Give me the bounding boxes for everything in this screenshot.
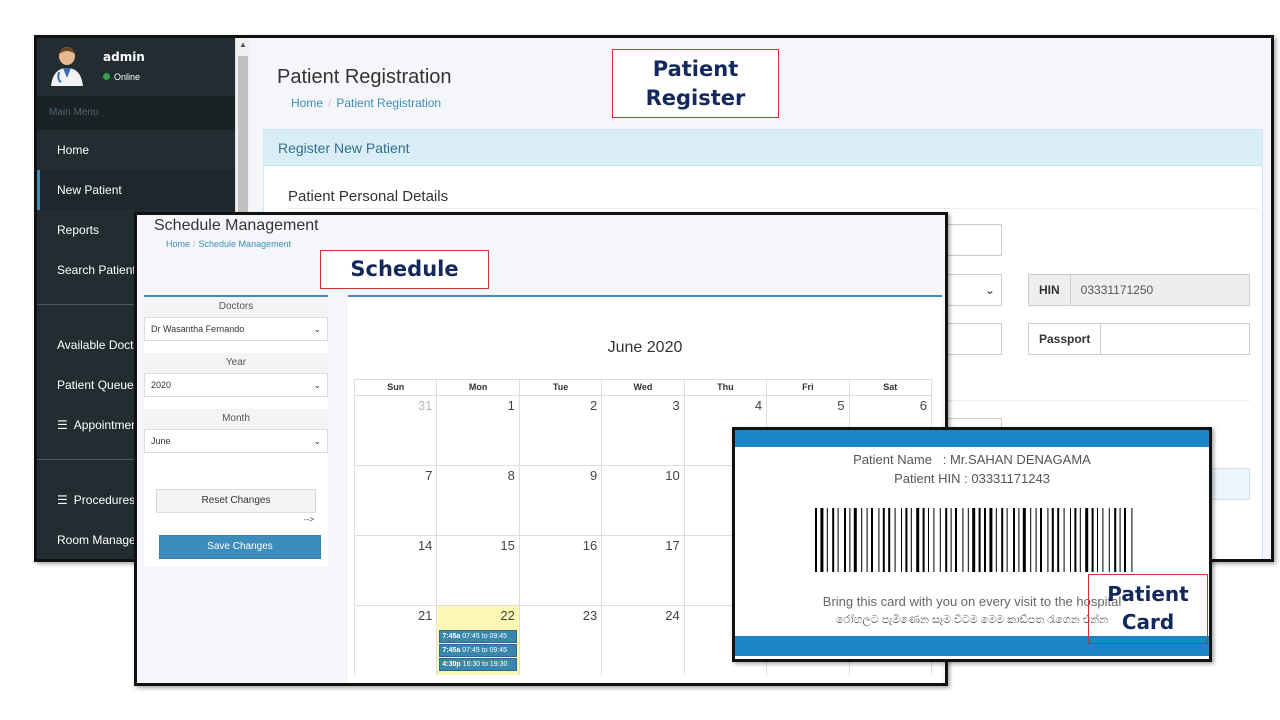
doctors-label: Doctors xyxy=(144,297,328,317)
breadcrumb-home[interactable]: Home xyxy=(291,96,323,110)
list-icon: ☰ xyxy=(57,493,68,507)
sidebar-item-new-patient[interactable]: New Patient xyxy=(37,170,235,210)
section-title: Patient Personal Details xyxy=(288,188,449,205)
card-patient-hin: Patient HIN : 03331171243 xyxy=(894,471,1050,486)
page-title: Patient Registration xyxy=(277,66,452,88)
calendar-day[interactable]: 23 xyxy=(520,606,603,675)
text-field[interactable] xyxy=(946,323,1002,355)
calendar-day[interactable]: 7 xyxy=(355,466,438,535)
calendar-day[interactable]: 16 xyxy=(520,536,603,605)
calendar-event[interactable]: 7:45a 07:45 to 09:45 xyxy=(439,630,518,643)
calendar-day[interactable]: 10 xyxy=(602,466,685,535)
weekday-label: Wed xyxy=(602,380,685,395)
card-patient-name: Patient Name : Mr.SAHAN DENAGAMA xyxy=(853,452,1091,467)
divider xyxy=(288,208,1258,209)
calendar-day[interactable]: 15 xyxy=(437,536,520,605)
calendar-day[interactable]: 17 xyxy=(602,536,685,605)
user-status: Online xyxy=(103,72,140,82)
hin-group: HIN 03331171250 xyxy=(1028,274,1250,306)
calendar-day[interactable]: 14 xyxy=(355,536,438,605)
text-field[interactable] xyxy=(946,224,1002,256)
hin-label: HIN xyxy=(1028,274,1071,306)
schedule-breadcrumb: Home / Schedule Management xyxy=(166,239,292,249)
chevron-down-icon: ⌄ xyxy=(313,436,321,446)
avatar xyxy=(51,47,83,86)
calendar-title: June 2020 xyxy=(607,339,683,356)
box-header: Register New Patient xyxy=(264,130,1262,166)
callout-patient-register: Patient Register xyxy=(612,49,779,118)
filter-panel: Doctors Dr Wasantha Fernando ⌄ Year 2020 ⌄… xyxy=(144,295,328,567)
select-field[interactable]: ⌄ xyxy=(946,274,1002,306)
passport-group: Passport xyxy=(1028,323,1250,355)
chevron-down-icon: ⌄ xyxy=(313,324,321,334)
calendar-day-today[interactable]: 22 7:45a 07:45 to 09:45 7:45a 07:45 to 0… xyxy=(437,606,520,675)
weekday-label: Mon xyxy=(437,380,520,395)
month-label: Month xyxy=(144,409,328,429)
sidebar-item-home[interactable]: Home xyxy=(37,130,235,170)
list-icon: ☰ xyxy=(57,418,68,432)
calendar-day[interactable]: 9 xyxy=(520,466,603,535)
calendar-day[interactable]: 1 xyxy=(437,396,520,465)
breadcrumb: Home / Patient Registration xyxy=(291,96,442,110)
divider xyxy=(946,400,1250,401)
arrow-text: --> xyxy=(304,515,314,524)
scroll-up-icon[interactable]: ▲ xyxy=(239,40,247,49)
year-label: Year xyxy=(144,353,328,373)
weekday-label: Tue xyxy=(520,380,603,395)
online-dot-icon xyxy=(103,73,110,80)
calendar-day[interactable]: 2 xyxy=(520,396,603,465)
year-select[interactable]: 2020 ⌄ xyxy=(144,373,328,397)
breadcrumb-home[interactable]: Home xyxy=(166,239,190,249)
calendar-event[interactable]: 7:45a 07:45 to 09:45 xyxy=(439,644,518,657)
month-select[interactable]: June ⌄ xyxy=(144,429,328,453)
passport-label: Passport xyxy=(1028,323,1102,355)
barcode xyxy=(815,508,1133,572)
breadcrumb-current: Schedule Management xyxy=(198,239,292,249)
weekday-label: Sat xyxy=(883,382,898,392)
breadcrumb-current: Patient Registration xyxy=(336,96,442,110)
weekday-label: Sun xyxy=(355,380,438,395)
save-changes-button[interactable]: Save Changes xyxy=(159,535,321,559)
weekday-label: Thu xyxy=(685,380,768,395)
weekday-header: Sun Mon Tue Wed Thu Fri Sat xyxy=(354,379,932,395)
callout-schedule: Schedule xyxy=(320,250,489,289)
card-top-bar xyxy=(735,430,1209,447)
chevron-down-icon: ⌄ xyxy=(984,283,995,297)
hin-field[interactable]: 03331171250 xyxy=(1070,274,1250,306)
doctor-select[interactable]: Dr Wasantha Fernando ⌄ xyxy=(144,317,328,341)
calendar-day[interactable]: 31 xyxy=(355,396,438,465)
username: admin xyxy=(103,50,145,64)
callout-patient-card: Patient Card xyxy=(1088,574,1208,644)
passport-field[interactable] xyxy=(1101,323,1250,355)
weekday-label: Fri xyxy=(767,380,850,395)
user-panel: admin Online xyxy=(37,38,235,96)
calendar-day[interactable]: 24 xyxy=(602,606,685,675)
chevron-down-icon: ⌄ xyxy=(313,380,321,390)
menu-header: Main Menu xyxy=(37,96,235,130)
calendar-day[interactable]: 21 xyxy=(355,606,438,675)
calendar-event[interactable]: 4:30p 16:30 to 19:30 xyxy=(439,658,518,671)
day-number: 22 xyxy=(500,608,515,623)
calendar-day[interactable]: 8 xyxy=(437,466,520,535)
calendar-day[interactable]: 3 xyxy=(602,396,685,465)
schedule-title: Schedule Management xyxy=(154,217,319,234)
reset-changes-button[interactable]: Reset Changes xyxy=(156,489,316,513)
